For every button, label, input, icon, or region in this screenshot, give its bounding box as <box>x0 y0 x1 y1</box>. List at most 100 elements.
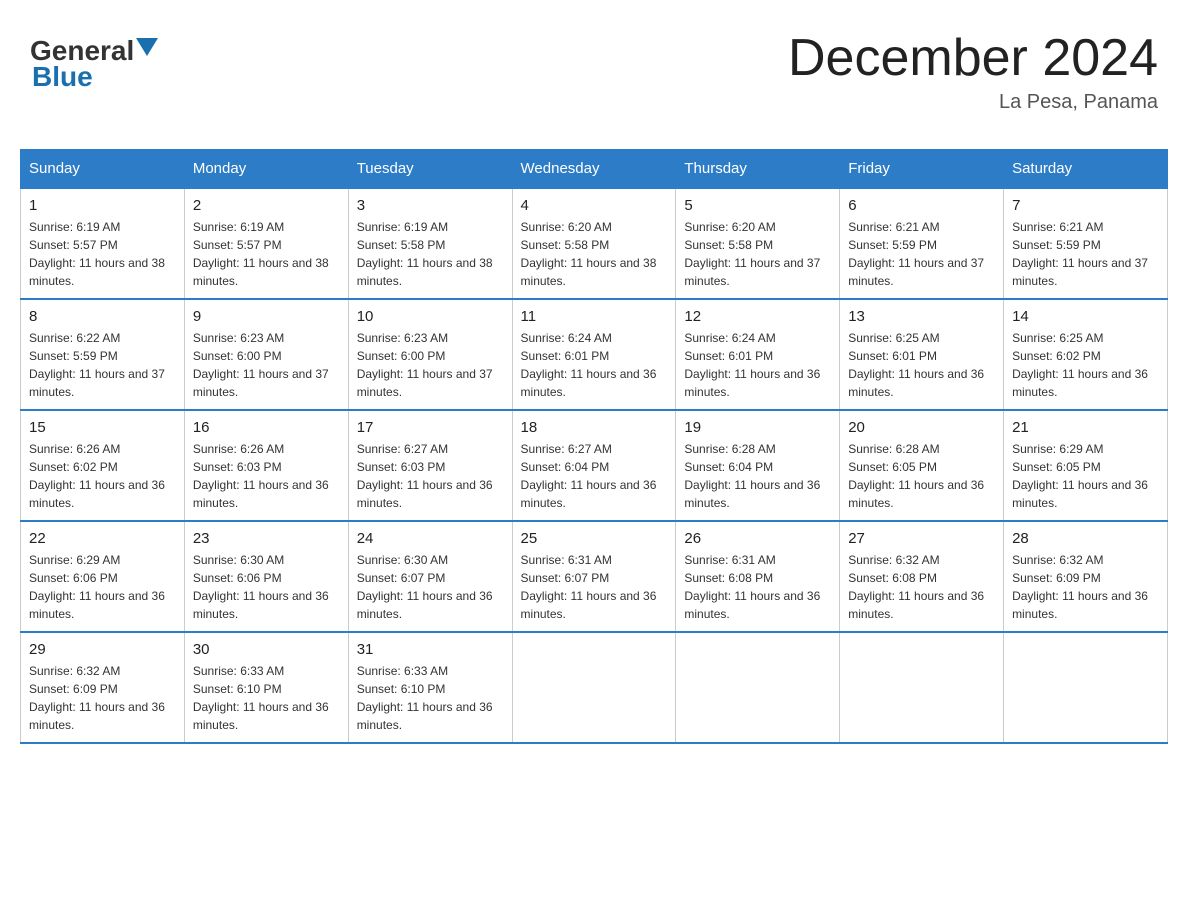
day-info: Sunrise: 6:29 AMSunset: 6:05 PMDaylight:… <box>1012 442 1148 510</box>
calendar-cell: 15 Sunrise: 6:26 AMSunset: 6:02 PMDaylig… <box>21 410 185 521</box>
day-number: 2 <box>193 197 340 214</box>
day-number: 1 <box>29 197 176 214</box>
calendar-cell: 25 Sunrise: 6:31 AMSunset: 6:07 PMDaylig… <box>512 521 676 632</box>
day-number: 28 <box>1012 530 1159 547</box>
day-info: Sunrise: 6:24 AMSunset: 6:01 PMDaylight:… <box>684 331 820 399</box>
week-row-5: 29 Sunrise: 6:32 AMSunset: 6:09 PMDaylig… <box>21 632 1168 743</box>
calendar-cell: 24 Sunrise: 6:30 AMSunset: 6:07 PMDaylig… <box>348 521 512 632</box>
calendar-cell: 29 Sunrise: 6:32 AMSunset: 6:09 PMDaylig… <box>21 632 185 743</box>
col-sunday: Sunday <box>21 150 185 189</box>
calendar-cell: 8 Sunrise: 6:22 AMSunset: 5:59 PMDayligh… <box>21 299 185 410</box>
day-info: Sunrise: 6:20 AMSunset: 5:58 PMDaylight:… <box>684 220 820 288</box>
calendar-cell: 5 Sunrise: 6:20 AMSunset: 5:58 PMDayligh… <box>676 188 840 299</box>
calendar-cell: 4 Sunrise: 6:20 AMSunset: 5:58 PMDayligh… <box>512 188 676 299</box>
day-info: Sunrise: 6:32 AMSunset: 6:09 PMDaylight:… <box>1012 553 1148 621</box>
calendar-cell: 27 Sunrise: 6:32 AMSunset: 6:08 PMDaylig… <box>840 521 1004 632</box>
day-number: 8 <box>29 308 176 325</box>
day-info: Sunrise: 6:33 AMSunset: 6:10 PMDaylight:… <box>193 664 329 732</box>
calendar-cell: 11 Sunrise: 6:24 AMSunset: 6:01 PMDaylig… <box>512 299 676 410</box>
day-info: Sunrise: 6:23 AMSunset: 6:00 PMDaylight:… <box>193 331 329 399</box>
day-number: 24 <box>357 530 504 547</box>
day-info: Sunrise: 6:25 AMSunset: 6:01 PMDaylight:… <box>848 331 984 399</box>
day-number: 25 <box>521 530 668 547</box>
day-info: Sunrise: 6:32 AMSunset: 6:09 PMDaylight:… <box>29 664 165 732</box>
day-info: Sunrise: 6:32 AMSunset: 6:08 PMDaylight:… <box>848 553 984 621</box>
week-row-4: 22 Sunrise: 6:29 AMSunset: 6:06 PMDaylig… <box>21 521 1168 632</box>
page-header: General Blue December 2024 La Pesa, Pana… <box>20 20 1168 129</box>
week-row-1: 1 Sunrise: 6:19 AMSunset: 5:57 PMDayligh… <box>21 188 1168 299</box>
day-number: 23 <box>193 530 340 547</box>
day-info: Sunrise: 6:19 AMSunset: 5:57 PMDaylight:… <box>193 220 329 288</box>
day-info: Sunrise: 6:26 AMSunset: 6:02 PMDaylight:… <box>29 442 165 510</box>
day-info: Sunrise: 6:20 AMSunset: 5:58 PMDaylight:… <box>521 220 657 288</box>
day-number: 16 <box>193 419 340 436</box>
title-section: December 2024 La Pesa, Panama <box>788 30 1158 114</box>
calendar-cell <box>676 632 840 743</box>
day-number: 26 <box>684 530 831 547</box>
calendar-cell: 13 Sunrise: 6:25 AMSunset: 6:01 PMDaylig… <box>840 299 1004 410</box>
calendar-cell: 20 Sunrise: 6:28 AMSunset: 6:05 PMDaylig… <box>840 410 1004 521</box>
day-number: 12 <box>684 308 831 325</box>
day-info: Sunrise: 6:23 AMSunset: 6:00 PMDaylight:… <box>357 331 493 399</box>
day-info: Sunrise: 6:27 AMSunset: 6:03 PMDaylight:… <box>357 442 493 510</box>
day-number: 6 <box>848 197 995 214</box>
calendar-cell: 9 Sunrise: 6:23 AMSunset: 6:00 PMDayligh… <box>184 299 348 410</box>
calendar-cell: 7 Sunrise: 6:21 AMSunset: 5:59 PMDayligh… <box>1004 188 1168 299</box>
calendar-cell: 21 Sunrise: 6:29 AMSunset: 6:05 PMDaylig… <box>1004 410 1168 521</box>
day-info: Sunrise: 6:22 AMSunset: 5:59 PMDaylight:… <box>29 331 165 399</box>
day-info: Sunrise: 6:21 AMSunset: 5:59 PMDaylight:… <box>848 220 984 288</box>
day-info: Sunrise: 6:33 AMSunset: 6:10 PMDaylight:… <box>357 664 493 732</box>
calendar-cell: 31 Sunrise: 6:33 AMSunset: 6:10 PMDaylig… <box>348 632 512 743</box>
month-title: December 2024 <box>788 30 1158 87</box>
calendar-cell: 10 Sunrise: 6:23 AMSunset: 6:00 PMDaylig… <box>348 299 512 410</box>
calendar-cell: 12 Sunrise: 6:24 AMSunset: 6:01 PMDaylig… <box>676 299 840 410</box>
day-info: Sunrise: 6:28 AMSunset: 6:05 PMDaylight:… <box>848 442 984 510</box>
calendar-cell <box>512 632 676 743</box>
calendar-cell: 26 Sunrise: 6:31 AMSunset: 6:08 PMDaylig… <box>676 521 840 632</box>
day-number: 11 <box>521 308 668 325</box>
day-number: 19 <box>684 419 831 436</box>
day-info: Sunrise: 6:24 AMSunset: 6:01 PMDaylight:… <box>521 331 657 399</box>
calendar-cell <box>840 632 1004 743</box>
col-wednesday: Wednesday <box>512 150 676 189</box>
day-number: 31 <box>357 641 504 658</box>
day-number: 7 <box>1012 197 1159 214</box>
day-number: 29 <box>29 641 176 658</box>
calendar-cell: 14 Sunrise: 6:25 AMSunset: 6:02 PMDaylig… <box>1004 299 1168 410</box>
day-info: Sunrise: 6:19 AMSunset: 5:58 PMDaylight:… <box>357 220 493 288</box>
calendar-cell: 22 Sunrise: 6:29 AMSunset: 6:06 PMDaylig… <box>21 521 185 632</box>
calendar-cell: 30 Sunrise: 6:33 AMSunset: 6:10 PMDaylig… <box>184 632 348 743</box>
calendar-cell: 16 Sunrise: 6:26 AMSunset: 6:03 PMDaylig… <box>184 410 348 521</box>
calendar-cell: 17 Sunrise: 6:27 AMSunset: 6:03 PMDaylig… <box>348 410 512 521</box>
day-number: 22 <box>29 530 176 547</box>
day-info: Sunrise: 6:21 AMSunset: 5:59 PMDaylight:… <box>1012 220 1148 288</box>
day-info: Sunrise: 6:19 AMSunset: 5:57 PMDaylight:… <box>29 220 165 288</box>
day-number: 21 <box>1012 419 1159 436</box>
day-info: Sunrise: 6:27 AMSunset: 6:04 PMDaylight:… <box>521 442 657 510</box>
calendar-cell: 6 Sunrise: 6:21 AMSunset: 5:59 PMDayligh… <box>840 188 1004 299</box>
day-number: 14 <box>1012 308 1159 325</box>
calendar-cell: 18 Sunrise: 6:27 AMSunset: 6:04 PMDaylig… <box>512 410 676 521</box>
day-number: 30 <box>193 641 340 658</box>
day-number: 17 <box>357 419 504 436</box>
day-info: Sunrise: 6:30 AMSunset: 6:07 PMDaylight:… <box>357 553 493 621</box>
calendar-cell: 28 Sunrise: 6:32 AMSunset: 6:09 PMDaylig… <box>1004 521 1168 632</box>
day-info: Sunrise: 6:25 AMSunset: 6:02 PMDaylight:… <box>1012 331 1148 399</box>
day-number: 15 <box>29 419 176 436</box>
calendar-cell: 23 Sunrise: 6:30 AMSunset: 6:06 PMDaylig… <box>184 521 348 632</box>
day-number: 3 <box>357 197 504 214</box>
col-thursday: Thursday <box>676 150 840 189</box>
calendar-table: Sunday Monday Tuesday Wednesday Thursday… <box>20 149 1168 744</box>
week-row-3: 15 Sunrise: 6:26 AMSunset: 6:02 PMDaylig… <box>21 410 1168 521</box>
week-row-2: 8 Sunrise: 6:22 AMSunset: 5:59 PMDayligh… <box>21 299 1168 410</box>
day-number: 13 <box>848 308 995 325</box>
col-saturday: Saturday <box>1004 150 1168 189</box>
day-info: Sunrise: 6:26 AMSunset: 6:03 PMDaylight:… <box>193 442 329 510</box>
day-number: 5 <box>684 197 831 214</box>
calendar-cell <box>1004 632 1168 743</box>
day-number: 18 <box>521 419 668 436</box>
day-number: 27 <box>848 530 995 547</box>
col-tuesday: Tuesday <box>348 150 512 189</box>
calendar-cell: 2 Sunrise: 6:19 AMSunset: 5:57 PMDayligh… <box>184 188 348 299</box>
col-monday: Monday <box>184 150 348 189</box>
